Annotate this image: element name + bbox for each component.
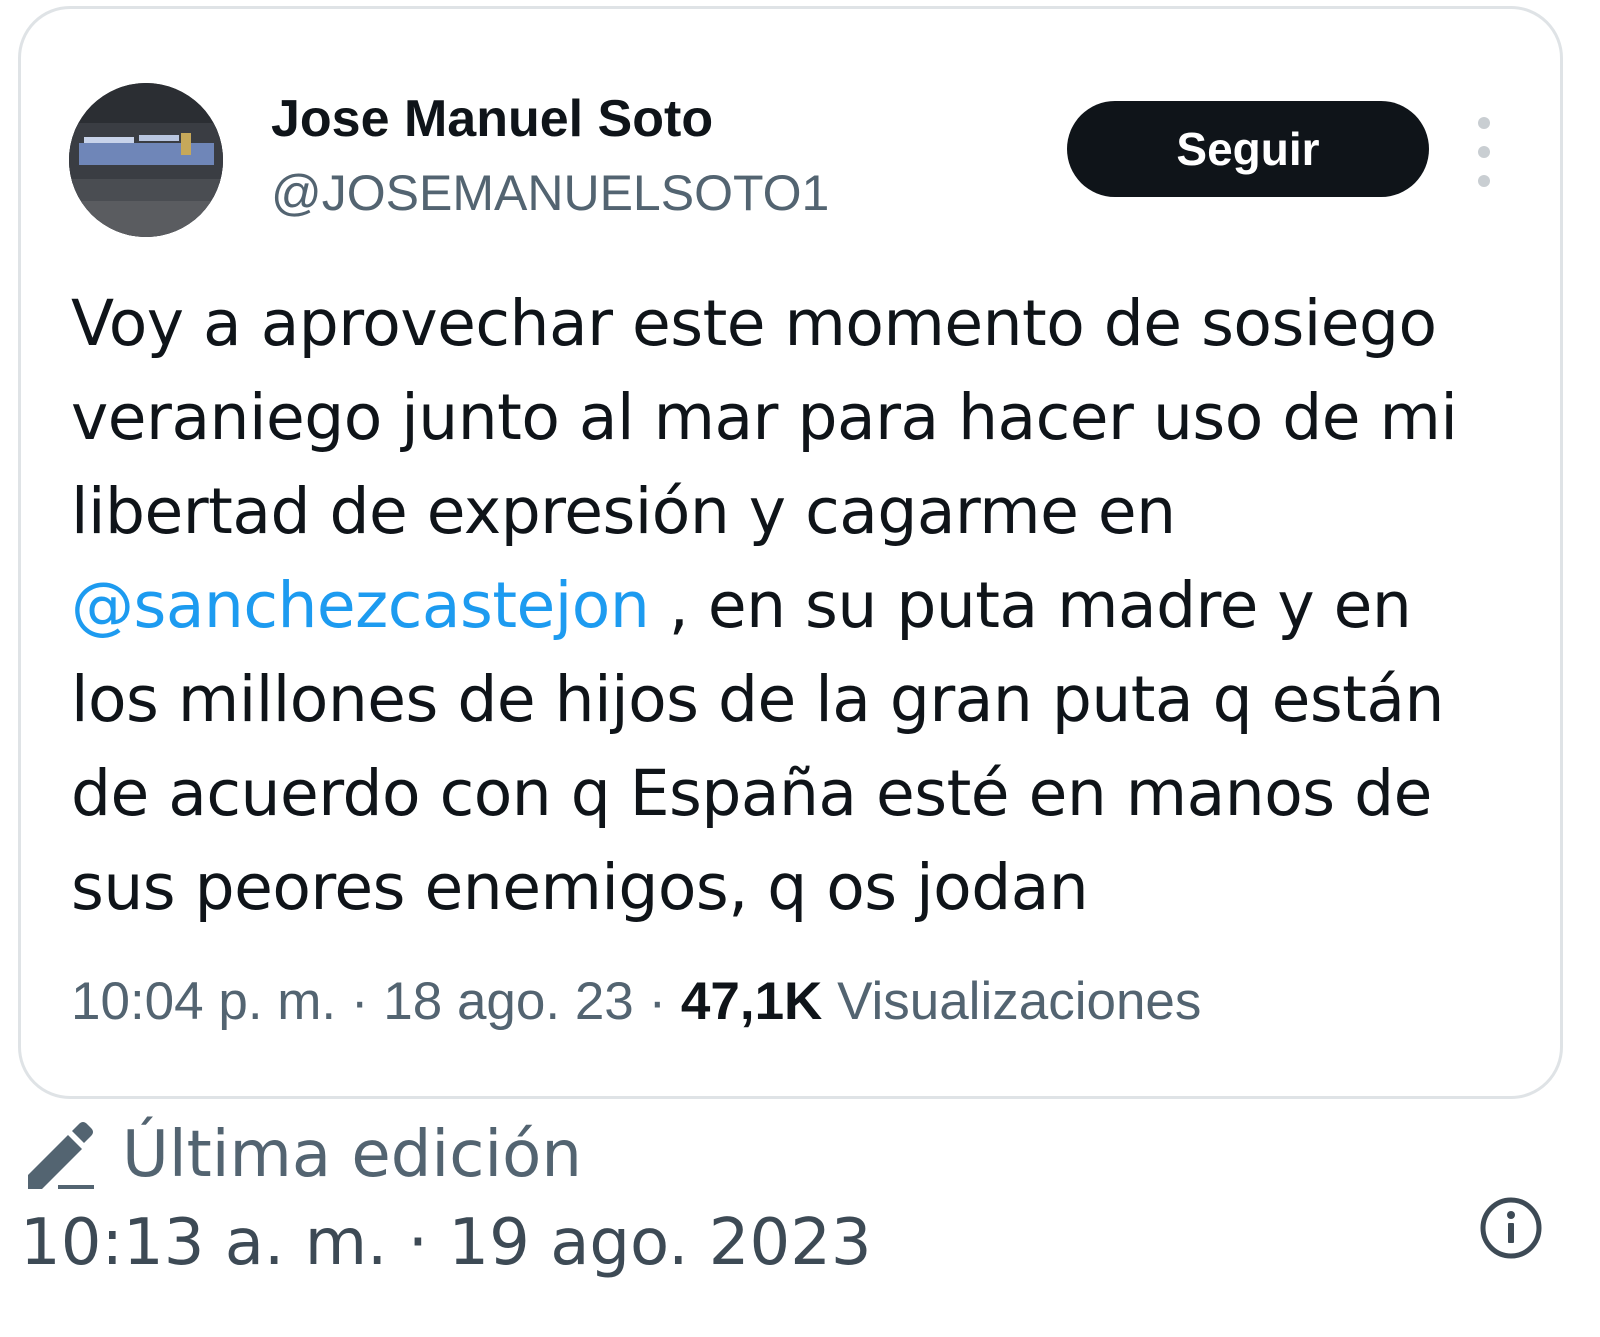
- avatar-photo-icon: [69, 83, 223, 237]
- more-vertical-icon[interactable]: [1469, 117, 1499, 187]
- more-dot: [1478, 146, 1490, 158]
- tweet-text-part: Voy a aprovechar este momento de sosiego…: [71, 287, 1458, 548]
- author-display-name[interactable]: Jose Manuel Soto: [271, 89, 713, 149]
- more-dot: [1478, 117, 1490, 129]
- tweet-text: Voy a aprovechar este momento de sosiego…: [71, 277, 1511, 935]
- pencil-edit-icon: [28, 1122, 94, 1189]
- last-edit-label: Última edición: [122, 1118, 582, 1192]
- author-avatar[interactable]: [69, 83, 223, 237]
- mention-link[interactable]: @sanchezcastejon: [71, 569, 650, 642]
- follow-button[interactable]: Seguir: [1067, 101, 1429, 197]
- author-handle[interactable]: @JOSEMANUELSOTO1: [271, 164, 829, 222]
- meta-separator: ·: [633, 972, 681, 1031]
- last-edit-row: Última edición: [22, 1110, 582, 1200]
- last-edit-timestamp: 10:13 a. m. · 19 ago. 2023: [20, 1206, 872, 1280]
- info-circle-icon[interactable]: [1478, 1195, 1544, 1261]
- tweet-meta: 10:04 p. m. · 18 ago. 23 · 47,1K Visuali…: [71, 971, 1201, 1032]
- tweet-time[interactable]: 10:04 p. m.: [71, 972, 336, 1031]
- meta-separator: ·: [336, 972, 384, 1031]
- views-count: 47,1K: [680, 972, 823, 1031]
- more-dot: [1478, 175, 1490, 187]
- views-label: Visualizaciones: [837, 972, 1202, 1031]
- tweet-date[interactable]: 18 ago. 23: [383, 972, 634, 1031]
- tweet-card[interactable]: Jose Manuel Soto @JOSEMANUELSOTO1 Seguir…: [18, 6, 1563, 1099]
